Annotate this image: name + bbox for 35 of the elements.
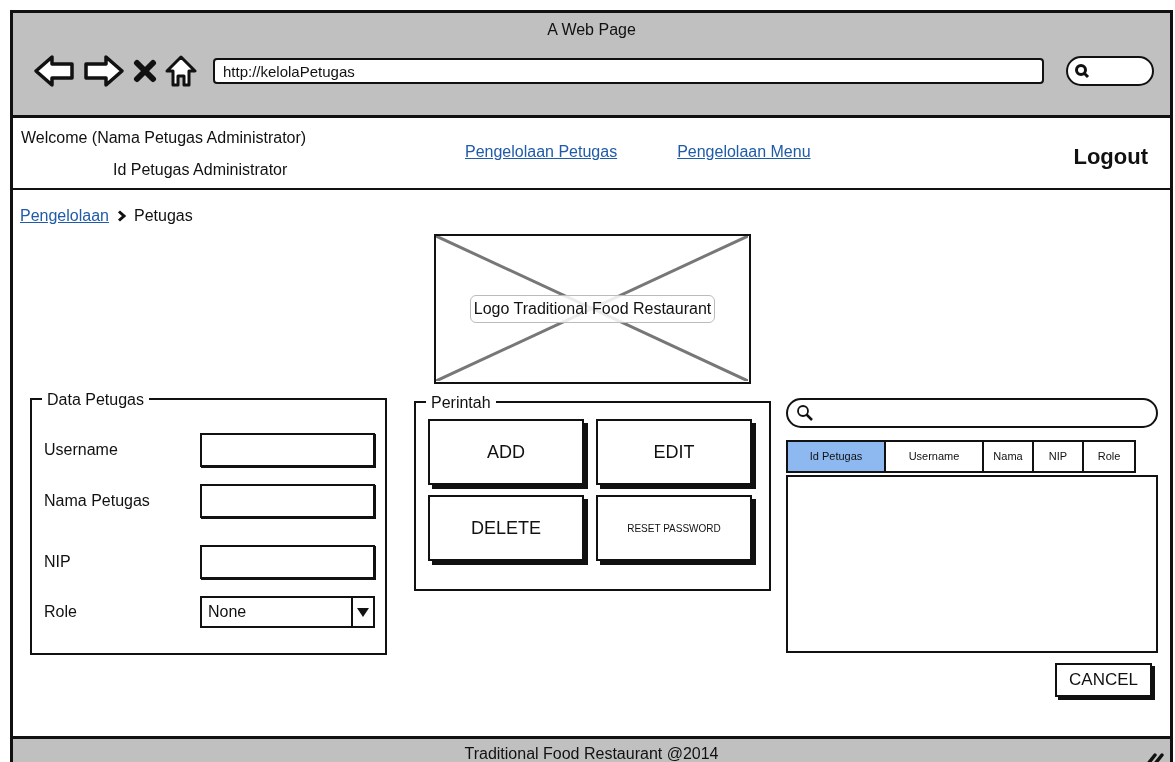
footer-text: Traditional Food Restaurant @2014: [464, 745, 719, 762]
search-icon: [1074, 63, 1090, 79]
search-icon: [796, 404, 814, 422]
chevron-icon: [116, 210, 126, 222]
field-label: Username: [44, 440, 118, 460]
input-field[interactable]: [200, 433, 375, 467]
user-id-text: Id Petugas Administrator: [113, 160, 289, 180]
field-label: NIP: [44, 552, 71, 572]
welcome-text: Welcome (Nama Petugas Administrator): [21, 128, 308, 148]
nav-link[interactable]: Pengelolaan Menu: [677, 140, 811, 164]
breadcrumb-current: Petugas: [133, 206, 193, 226]
search-field[interactable]: [1066, 56, 1154, 86]
window-title: A Web Page: [546, 20, 637, 40]
logout-link[interactable]: Logout: [1073, 140, 1148, 173]
column-header[interactable]: Nama: [984, 440, 1034, 473]
role-dropdown[interactable]: None: [200, 596, 375, 628]
cancel-button[interactable]: CANCEL: [1055, 663, 1152, 697]
close-icon[interactable]: [133, 59, 157, 83]
nav-link[interactable]: Pengelolaan Petugas: [465, 140, 618, 164]
search-field[interactable]: [786, 398, 1158, 428]
caret-icon: [357, 607, 369, 617]
column-header[interactable]: Username: [886, 440, 984, 473]
breadcrumb-link[interactable]: Pengelolaan: [20, 204, 109, 228]
column-header[interactable]: NIP: [1034, 440, 1084, 473]
home-icon[interactable]: [165, 54, 197, 88]
forward-icon[interactable]: [83, 54, 125, 88]
column-header[interactable]: Role: [1084, 440, 1136, 473]
logo-label: Logo Traditional Food Restaurant: [469, 295, 716, 323]
column-header[interactable]: Id Petugas: [786, 440, 886, 473]
address-bar[interactable]: http://kelolaPetugas: [213, 58, 1044, 84]
field-label: Nama Petugas: [44, 491, 150, 511]
input-field[interactable]: [200, 484, 375, 518]
input-field[interactable]: [200, 545, 375, 579]
field-label: Role: [44, 602, 77, 622]
back-icon[interactable]: [33, 54, 75, 88]
